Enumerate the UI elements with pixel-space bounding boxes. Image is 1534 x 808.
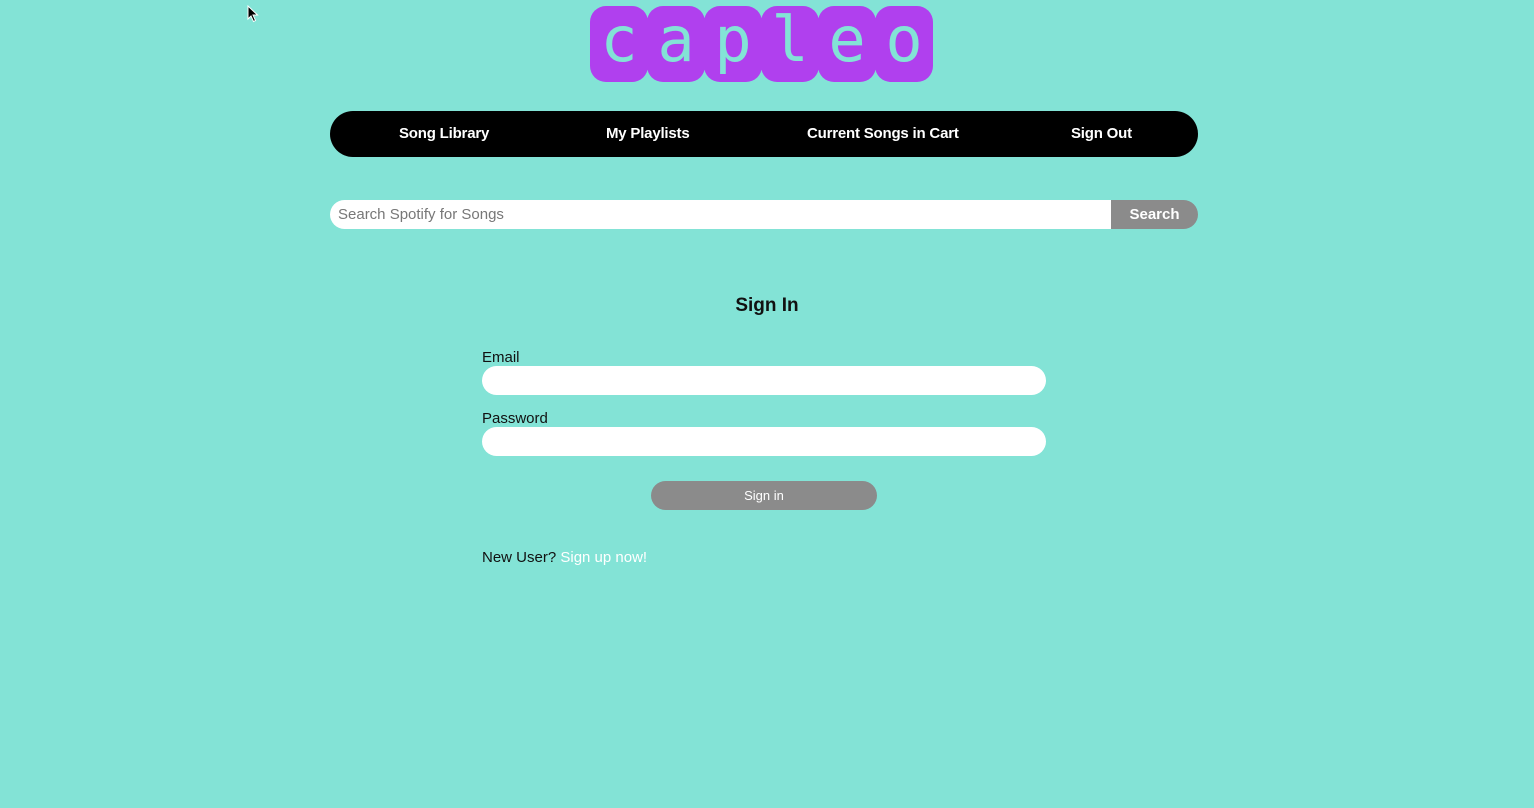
search-button[interactable]: Search bbox=[1111, 200, 1198, 229]
email-label: Email bbox=[482, 349, 520, 366]
app-logo: c a p l e o bbox=[590, 6, 933, 82]
signup-link[interactable]: Sign up now! bbox=[560, 549, 647, 566]
logo-letter: a bbox=[647, 6, 705, 82]
password-label: Password bbox=[482, 410, 548, 427]
signin-button[interactable]: Sign in bbox=[651, 481, 877, 510]
main-nav: Song Library My Playlists Current Songs … bbox=[330, 111, 1198, 157]
nav-current-songs-in-cart[interactable]: Current Songs in Cart bbox=[807, 111, 959, 157]
logo-letter: e bbox=[818, 6, 876, 82]
mouse-cursor-icon bbox=[247, 5, 259, 23]
nav-sign-out[interactable]: Sign Out bbox=[1071, 111, 1132, 157]
logo-letter: l bbox=[761, 6, 819, 82]
signup-prompt: New User? Sign up now! bbox=[482, 549, 647, 566]
logo-letter: p bbox=[704, 6, 762, 82]
logo-letter: o bbox=[875, 6, 933, 82]
search-input[interactable] bbox=[330, 200, 1111, 229]
new-user-text: New User? bbox=[482, 549, 557, 566]
logo-letter: c bbox=[590, 6, 648, 82]
nav-my-playlists[interactable]: My Playlists bbox=[606, 111, 690, 157]
password-field[interactable] bbox=[482, 427, 1046, 456]
nav-song-library[interactable]: Song Library bbox=[399, 111, 489, 157]
email-field[interactable] bbox=[482, 366, 1046, 395]
signin-title: Sign In bbox=[735, 295, 799, 316]
